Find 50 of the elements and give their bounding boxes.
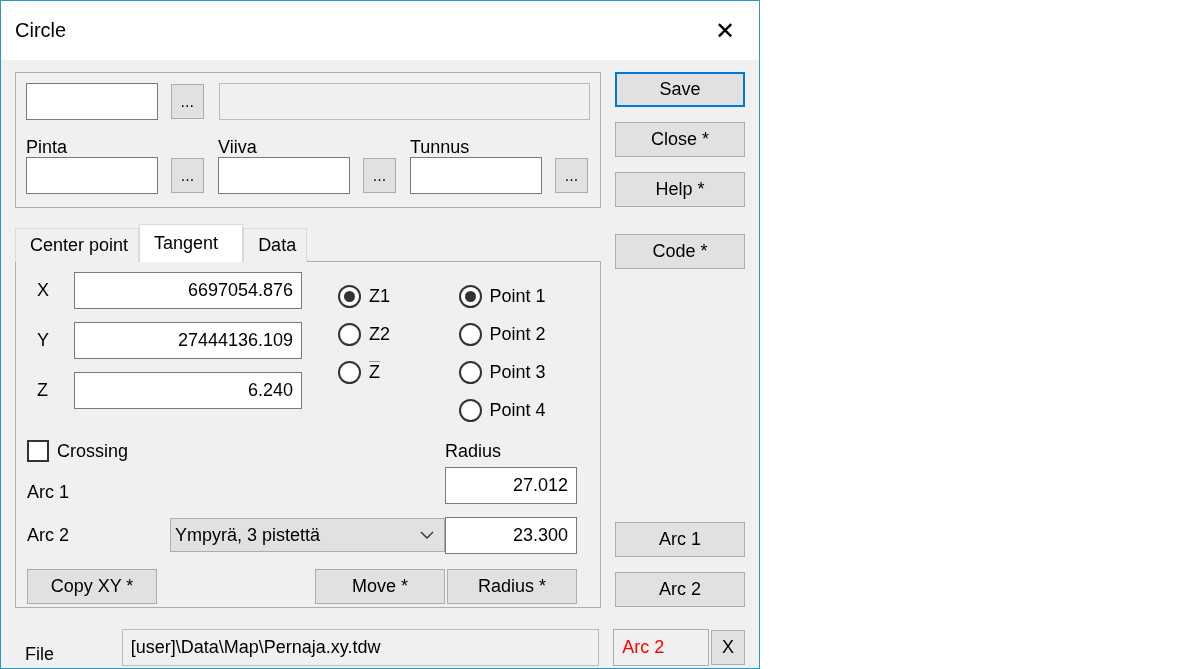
side-button[interactable]: Code * xyxy=(615,234,745,269)
side-button[interactable]: Help * xyxy=(615,172,745,207)
file-label: File xyxy=(24,642,55,665)
arc-label: Arc 2 xyxy=(27,524,69,546)
radio-option[interactable]: Point 3 xyxy=(458,361,590,384)
clear-button[interactable]: X xyxy=(711,629,745,665)
input-field[interactable]: 23.300 xyxy=(445,516,577,554)
input-field[interactable] xyxy=(26,83,158,120)
input-field[interactable] xyxy=(218,157,350,194)
arc-button[interactable]: Arc 1 xyxy=(615,522,745,557)
file-path-field: [user]\Data\Map\Pernaja.xy.tdw xyxy=(121,628,600,666)
input-field[interactable]: 6.240 xyxy=(74,372,302,409)
crossing-checkbox[interactable]: Crossing xyxy=(27,439,129,463)
tab[interactable]: Tangent xyxy=(139,224,244,262)
radio-option[interactable]: Z1 xyxy=(338,285,448,308)
arc-button[interactable]: Arc 2 xyxy=(615,572,745,607)
coordinate-label: Y xyxy=(36,330,50,351)
side-button[interactable]: Close * xyxy=(615,122,745,157)
side-button[interactable]: Save xyxy=(615,72,745,107)
browse-button[interactable]: ... xyxy=(363,158,396,193)
radio-option[interactable]: Point 1 xyxy=(458,285,590,308)
coordinate-label: X xyxy=(36,280,50,301)
field-label: Viiva xyxy=(218,136,258,157)
input-field[interactable]: 6697054.876 xyxy=(74,272,302,309)
chevron-down-icon xyxy=(420,531,434,539)
radio-option[interactable]: Z xyxy=(338,361,448,384)
status-field: Arc 2 xyxy=(613,628,710,666)
radio-option[interactable]: Z2 xyxy=(338,323,448,346)
input-field[interactable] xyxy=(410,157,542,194)
coordinate-label: Z xyxy=(36,380,49,401)
browse-button[interactable]: ... xyxy=(170,84,204,119)
move-button[interactable]: Move * xyxy=(315,568,445,604)
field-label: Pinta xyxy=(26,136,69,157)
arc-label: Arc 1 xyxy=(27,481,69,503)
field-label: Tunnus xyxy=(410,136,471,157)
input-field[interactable]: 27444136.109 xyxy=(74,322,302,359)
radius-button[interactable]: Radius * xyxy=(447,568,577,604)
radio-option[interactable]: Point 2 xyxy=(458,323,590,346)
close-button[interactable]: ✕ xyxy=(710,16,739,45)
input-field[interactable] xyxy=(26,157,158,194)
window-title: Circle xyxy=(15,19,67,42)
browse-button[interactable]: ... xyxy=(555,158,588,193)
radius-label: Radius xyxy=(445,440,502,462)
tab[interactable]: Center point xyxy=(15,228,140,262)
dropdown[interactable]: Ympyrä, 3 pistettä xyxy=(170,518,445,552)
browse-button[interactable]: ... xyxy=(171,158,204,193)
tab[interactable]: Data xyxy=(243,228,308,262)
copy-button[interactable]: Copy XY * xyxy=(27,568,157,604)
radio-option[interactable]: Point 4 xyxy=(458,399,590,422)
input-field[interactable]: 27.012 xyxy=(445,466,577,504)
